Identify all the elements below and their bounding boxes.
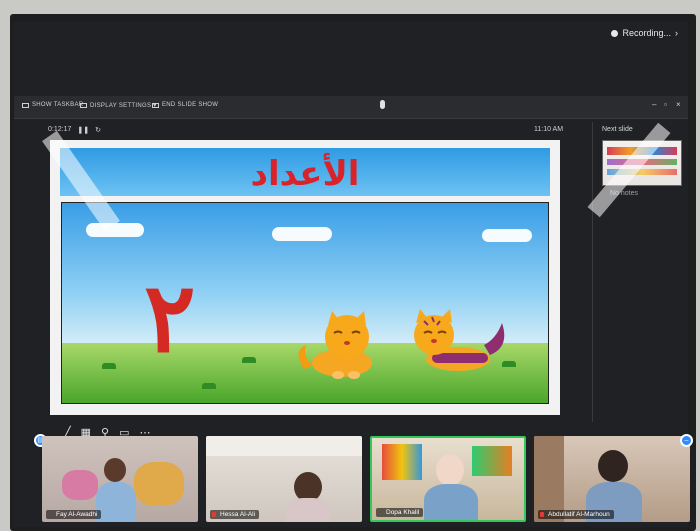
striped-cat-image [414,309,505,371]
recording-label: Recording... [622,28,671,38]
minimize-strip-icon[interactable]: – [680,434,693,447]
taskbar-icon [22,102,29,108]
cloud [272,227,332,241]
restore-icon[interactable]: ▫ [664,100,667,109]
slide-title-banner: الأعداد [60,148,550,196]
avatar [96,482,136,522]
display-settings-button[interactable]: DISPLAY SETTINGS ▾ [80,102,157,109]
show-taskbar-button[interactable]: SHOW TASKBAR [22,102,83,108]
chevron-right-icon: › [675,28,678,38]
orange-cat-image [298,311,372,379]
recording-icon [611,29,619,37]
pause-icon[interactable]: ❚❚ [77,126,89,134]
participant-strip: ▤ Fay Al-Awadhi Hessa Al-Ali Dopa Khalil… [28,434,693,526]
next-slide-label: Next slide [602,126,633,133]
minimize-icon[interactable]: – [652,100,656,109]
grass-tuft [202,383,216,389]
participant-name: Hessa Al-Ali [210,510,260,519]
participant-name: Abdullatif Al-Marhoun [538,510,614,519]
avatar [598,450,628,482]
mic-muted-icon [212,512,216,517]
classroom-poster [382,444,422,480]
cursor-icon [380,100,385,109]
avatar [104,458,126,482]
panel-divider [592,122,593,422]
ceiling-image [206,436,362,456]
slide-numeral: ٢ [144,261,196,374]
reset-icon[interactable]: ↻ [95,126,101,134]
thumbnail-title-strip [607,147,677,155]
monitor: Recording... › SHOW TASKBAR DISPLAY SETT… [10,14,696,531]
participant-tile[interactable]: Hessa Al-Ali [206,436,362,522]
toy-image [134,462,184,506]
grass-tuft [102,363,116,369]
participant-name: Fay Al-Awadhi [46,510,102,519]
grass-tuft [242,357,256,363]
timer-value: 0:12:17 [48,126,72,133]
next-slide-thumbnail[interactable] [602,140,682,186]
classroom-poster [472,446,512,476]
participant-tile-active[interactable]: Dopa Khalil [370,436,526,522]
end-slide-show-label: END SLIDE SHOW [162,102,219,108]
grass-tuft [502,361,516,367]
monitor-icon [80,103,87,108]
mic-muted-icon [540,512,544,517]
slide-timer: 0:12:17 ❚❚ ↻ [48,126,101,134]
recording-indicator[interactable]: Recording... › [611,28,678,38]
close-icon[interactable]: × [676,100,681,109]
end-show-icon [152,102,159,108]
avatar [436,454,464,486]
participant-tile[interactable]: Abdullatif Al-Marhoun [534,436,690,522]
show-taskbar-label: SHOW TASKBAR [32,102,84,108]
display-settings-label: DISPLAY SETTINGS ▾ [90,103,157,109]
slide-scene: ٢ [61,202,549,404]
slide-title: الأعداد [250,154,360,194]
screen: Recording... › SHOW TASKBAR DISPLAY SETT… [14,22,693,527]
thumbnail-strip [607,169,677,175]
participant-tile[interactable]: Fay Al-Awadhi [42,436,198,522]
cloud [482,229,532,242]
notes-label: No notes [610,190,639,197]
participant-name: Dopa Khalil [376,508,424,517]
clock: 11:10 AM [534,126,564,133]
current-slide: الأعداد ٢ [50,140,560,415]
end-slide-show-button[interactable]: END SLIDE SHOW [152,102,218,108]
thumbnail-strip [607,159,677,165]
toy-image [62,470,98,500]
presenter-toolbar: SHOW TASKBAR DISPLAY SETTINGS ▾ END SLID… [14,96,688,119]
avatar [286,498,330,522]
avatar [424,484,478,520]
cloud [86,223,144,237]
